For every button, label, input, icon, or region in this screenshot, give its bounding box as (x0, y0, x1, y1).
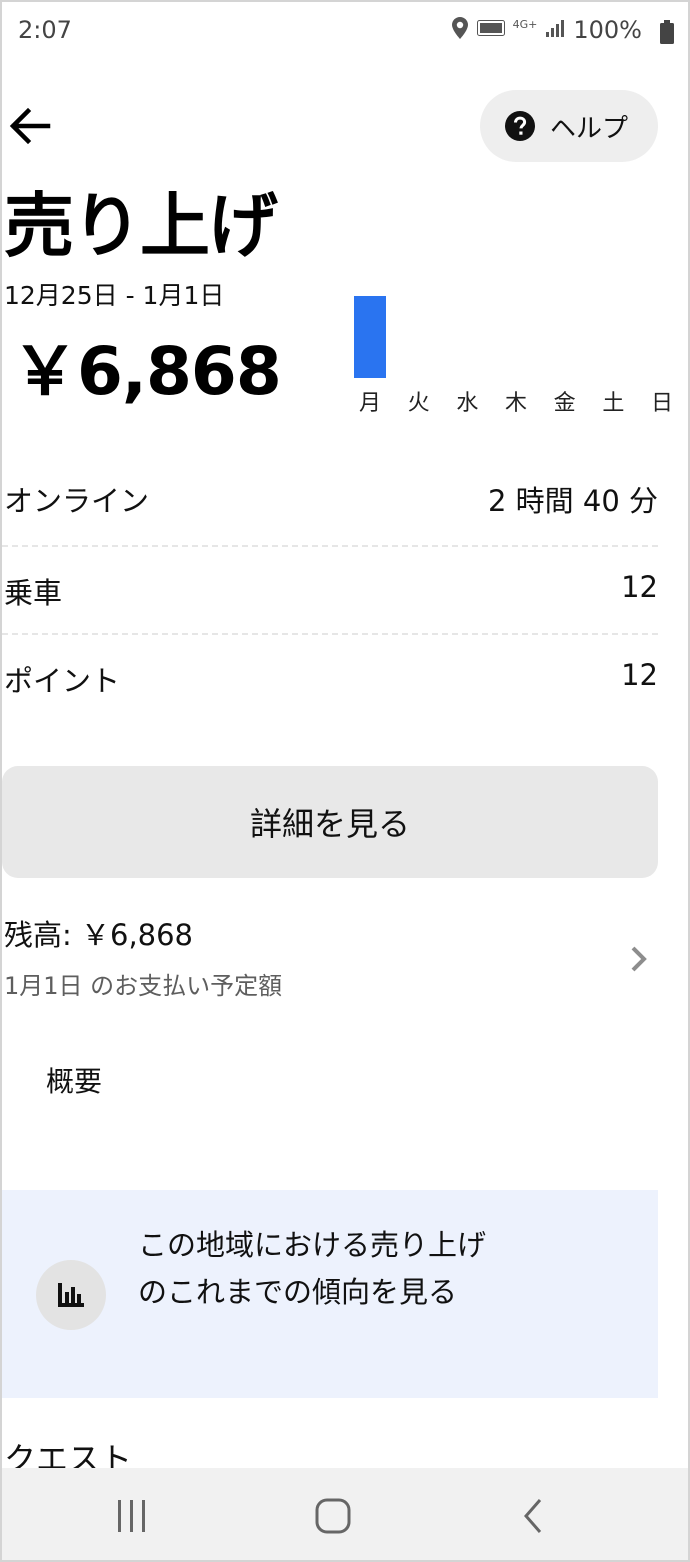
chart-day-label: 月 (359, 391, 381, 416)
total-earnings: ￥6,868 (12, 333, 282, 410)
help-button[interactable]: ヘルプ (480, 90, 658, 162)
stat-row-rides: 乗車 12 (2, 548, 658, 636)
view-details-button[interactable]: 詳細を見る (2, 766, 658, 878)
back-button[interactable] (6, 102, 54, 150)
chart-day-label: 火 (408, 391, 430, 416)
stat-label: ポイント (4, 664, 121, 698)
stat-row-points: ポイント 12 (2, 636, 658, 724)
balance-row[interactable]: 残高: ￥6,868 1月1日 のお支払い予定額 (2, 906, 658, 1006)
help-label: ヘルプ (550, 113, 629, 144)
home-icon (315, 1498, 351, 1534)
stat-row-online: オンライン 2 時間 40 分 (2, 456, 658, 544)
weekly-earnings-chart: 月火水木金土日 (354, 296, 672, 416)
chart-day-label: 日 (651, 391, 672, 416)
recent-apps-icon (118, 1500, 145, 1532)
trend-card-text: この地域における売り上げのこれまでの傾向を見る (138, 1228, 487, 1309)
question-circle-icon (505, 111, 535, 141)
earnings-screen: 2:07 4G+ 100% ヘルプ 売り上げ 12月25日 - 1月1日 ￥6,… (0, 0, 690, 1562)
recent-apps-button[interactable] (108, 1496, 156, 1536)
battery-icon (660, 20, 674, 44)
chevron-right-icon (630, 942, 648, 982)
divider (2, 545, 658, 547)
stat-label: 乗車 (4, 576, 63, 610)
earnings-trend-card[interactable]: この地域における売り上げのこれまでの傾向を見る (2, 1190, 658, 1398)
balance-label: 残高: ￥6,868 (4, 918, 194, 952)
chart-day-label: 水 (456, 391, 478, 416)
stat-label: オンライン (4, 484, 150, 518)
stat-value: 2 時間 40 分 (487, 484, 658, 518)
bar-chart-icon (58, 1283, 84, 1307)
signal-icon (545, 18, 565, 42)
stat-value: 12 (621, 658, 658, 692)
battery-percent: 100% (573, 16, 642, 44)
arrow-left-icon (9, 107, 51, 145)
trend-icon-circle (36, 1260, 106, 1330)
chart-day-label: 金 (554, 391, 576, 416)
location-icon (451, 16, 469, 44)
chart-bar (354, 296, 386, 378)
status-bar: 2:07 4G+ 100% (2, 2, 688, 62)
chart-day-label: 木 (505, 391, 527, 416)
view-details-label: 詳細を見る (249, 805, 410, 843)
page-title: 売り上げ (4, 185, 278, 267)
network-icon: 4G+ (512, 17, 538, 31)
status-icons: 4G+ 100% (451, 16, 642, 44)
back-icon (524, 1499, 542, 1533)
home-button[interactable] (309, 1496, 357, 1536)
volte-icon (476, 20, 505, 40)
overview-heading: 概要 (46, 1065, 103, 1098)
chart-day-label: 土 (602, 391, 624, 416)
nav-back-button[interactable] (510, 1496, 558, 1536)
divider (2, 633, 658, 635)
date-range: 12月25日 - 1月1日 (4, 281, 225, 310)
system-nav-bar (2, 1468, 688, 1560)
payout-date: 1月1日 のお支払い予定額 (4, 972, 283, 1000)
stat-value: 12 (621, 570, 658, 604)
status-time: 2:07 (18, 16, 72, 44)
